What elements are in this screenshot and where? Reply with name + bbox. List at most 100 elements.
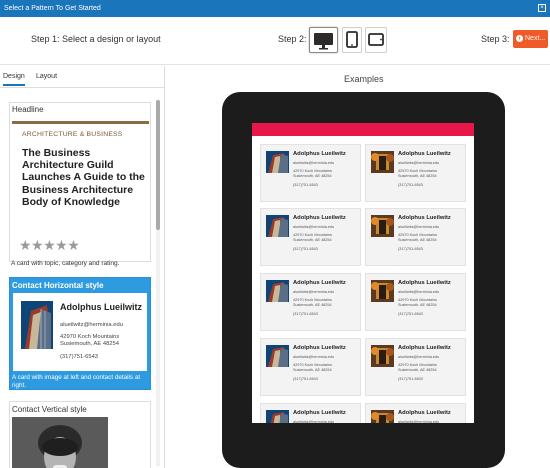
contact-name: Adolphus Lueilwitz [293,151,346,157]
contact-address-line1: 42970 Koch Mountains [293,298,332,302]
design-card-caption: A card with topic, category and rating. [11,260,120,267]
contact-name: Adolphus Lueilwitz [60,302,142,312]
step1-label: Step 1: Select a design or layout [31,34,161,44]
desktop-icon[interactable] [309,27,338,53]
contact-address-line1: 42970 Koch Mountains [398,363,437,367]
contact-phone: (317)751-6543 [293,312,318,316]
design-card-title: Contact Vertical style [12,405,87,414]
tablet-landscape-icon[interactable] [365,27,387,53]
contact-phone: (317)751-6543 [293,183,318,187]
design-panel: Design Layout Headline ARCHITECTURE & BU… [0,66,165,468]
autumn-photo [371,151,394,173]
contact-name: Adolphus Lueilwitz [293,215,346,221]
preview-contact-card: Adolphus Lueilwitz alueilwitz@herminia.ed… [260,273,361,331]
contact-email: alueilwitz@herminia.edu [293,290,335,294]
contact-address-line2: Susiemouth, AE 48254 [293,303,332,307]
building-photo [21,301,53,349]
contact-email: alueilwitz@herminia.edu [60,322,123,328]
preview-contact-card: Adolphus Lueilwitz alueilwitz@herminia.ed… [260,208,361,266]
tab-design[interactable]: Design [3,73,25,86]
examples-title: Examples [344,74,384,84]
contact-address-line1: 42970 Koch Mountains [293,169,332,173]
arrow-right-icon: › [516,35,523,42]
building-photo [266,151,289,173]
contact-email: alueilwitz@herminia.edu [293,420,335,423]
contact-email: alueilwitz@herminia.edu [398,290,440,294]
design-card-contact-vertical[interactable]: Contact Vertical style [9,401,151,468]
contact-email: alueilwitz@herminia.edu [398,161,440,165]
contact-email: alueilwitz@herminia.edu [398,420,440,423]
contact-email: alueilwitz@herminia.edu [293,225,335,229]
autumn-photo [371,280,394,302]
contact-address-line1: 42970 Koch Mountains [398,233,437,237]
preview-contact-card: Adolphus Lueilwitz alueilwitz@herminia.ed… [365,403,466,423]
contact-address-line2: Susiemouth, AE 48254 [398,368,437,372]
contact-email: alueilwitz@herminia.edu [293,161,335,165]
card-category: ARCHITECTURE & BUSINESS [22,131,123,138]
contact-address-line2: Susiemouth, AE 48254 [60,341,119,347]
preview-contact-card: Adolphus Lueilwitz alueilwitz@herminia.ed… [365,273,466,331]
step2-label: Step 2: [278,34,307,44]
preview-contact-card: Adolphus Lueilwitz alueilwitz@herminia.ed… [365,144,466,202]
scrollbar[interactable] [156,100,160,466]
tablet-icon[interactable] [342,27,362,53]
building-photo [266,280,289,302]
contact-address-line2: Susiemouth, AE 48254 [398,238,437,242]
design-card-headline[interactable]: Headline ARCHITECTURE & BUSINESS The Bus… [9,102,151,262]
card-headline: The Business Architecture Guild Launches… [22,147,145,208]
contact-name: Adolphus Lueilwitz [398,151,451,157]
contact-name: Adolphus Lueilwitz [398,345,451,351]
contact-phone: (317)751-6543 [293,247,318,251]
step3-label: Step 3: [481,34,510,44]
contact-address-line2: Susiemouth, AE 48254 [398,174,437,178]
contact-email: alueilwitz@herminia.edu [398,355,440,359]
design-card-title: Headline [12,105,44,114]
preview-screen: Adolphus Lueilwitz alueilwitz@herminia.ed… [252,123,474,423]
contact-address-line1: 42970 Koch Mountains [293,233,332,237]
portrait-photo [12,417,108,468]
card-preview: Adolphus Lueilwitz alueilwitz@herminia.e… [13,293,147,371]
contact-name: Adolphus Lueilwitz [398,410,451,416]
contact-phone: (317)751-6543 [398,312,423,316]
building-photo [266,345,289,367]
contact-email: alueilwitz@herminia.edu [293,355,335,359]
contact-address-line2: Susiemouth, AE 48254 [293,368,332,372]
preview-contact-card: Adolphus Lueilwitz alueilwitz@herminia.ed… [365,338,466,396]
contact-name: Adolphus Lueilwitz [293,410,346,416]
contact-address-line2: Susiemouth, AE 48254 [398,303,437,307]
autumn-photo [371,410,394,423]
autumn-photo [371,215,394,237]
design-card-title: Contact Horizontal style [12,281,104,290]
next-button[interactable]: › Next... [513,30,548,48]
preview-contact-card: Adolphus Lueilwitz alueilwitz@herminia.ed… [260,144,361,202]
design-card-caption: A card with image at left and contact de… [12,374,141,389]
design-card-contact-horizontal[interactable]: Contact Horizontal style Adolphus Lueilw… [9,277,151,390]
contact-name: Adolphus Lueilwitz [398,280,451,286]
preview-contact-card: Adolphus Lueilwitz alueilwitz@herminia.ed… [260,403,361,423]
contact-address-line1: 42970 Koch Mountains [398,298,437,302]
tab-layout[interactable]: Layout [36,73,57,80]
preview-contact-card: Adolphus Lueilwitz alueilwitz@herminia.ed… [260,338,361,396]
contact-address-line1: 42970 Koch Mountains [293,363,332,367]
autumn-photo [371,345,394,367]
building-photo [266,215,289,237]
contact-phone: (317)751-6543 [398,377,423,381]
scrollbar-thumb[interactable] [156,100,160,230]
contact-name: Adolphus Lueilwitz [293,345,346,351]
dialog-title-bar: Select a Pattern To Get Started × [0,0,550,17]
contact-name: Adolphus Lueilwitz [398,215,451,221]
close-icon[interactable]: × [538,4,546,12]
star-rating: ★★★★★ [19,237,80,253]
contact-address-line1: 42970 Koch Mountains [60,334,120,340]
contact-address-line2: Susiemouth, AE 48254 [293,238,332,242]
preview-header-bar [252,123,474,136]
contact-phone: (317)751-6543 [398,183,423,187]
steps-bar: Step 1: Select a design or layout Step 2… [0,17,550,65]
contact-address-line1: 42970 Koch Mountains [398,169,437,173]
tab-bar: Design Layout [0,66,164,88]
contact-email: alueilwitz@herminia.edu [398,225,440,229]
next-button-label: Next... [525,35,546,42]
contact-phone: (317)751-6543 [60,354,99,360]
card-accent-bar [12,121,149,124]
contact-phone: (317)751-6543 [398,247,423,251]
